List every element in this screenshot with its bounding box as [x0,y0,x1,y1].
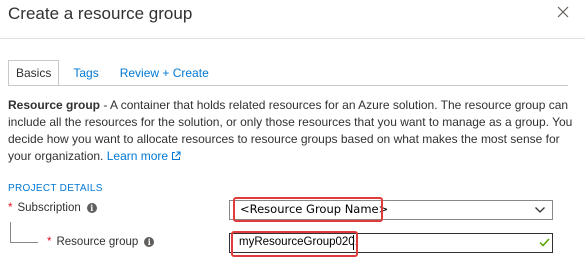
highlight-box-subscription [233,197,383,222]
learn-more-link[interactable]: Learn more [107,149,181,163]
close-icon[interactable] [553,2,573,22]
description-term: Resource group [8,98,101,112]
section-title: PROJECT DETAILS [8,183,103,194]
highlight-box-resource-group [231,231,358,257]
resource-group-label: Resource group [56,236,139,248]
subscription-label-group: * Subscription i [8,202,97,214]
info-icon[interactable]: i [144,237,155,247]
required-asterisk: * [47,236,52,248]
external-link-icon [172,151,181,160]
resource-group-label-group: * Resource group i [47,236,155,248]
tree-connector-vertical [10,222,11,242]
tree-connector-horizontal [10,242,38,243]
tab-tags[interactable]: Tags [66,60,105,86]
subscription-label: Subscription [17,202,81,214]
chevron-down-icon[interactable] [534,204,546,216]
required-asterisk: * [8,202,13,214]
tab-bar: Basics Tags Review + Create [8,60,223,86]
info-icon[interactable]: i [86,203,97,213]
checkmark-icon [539,238,550,247]
header-divider [0,38,585,39]
tab-review-create[interactable]: Review + Create [113,60,216,86]
learn-more-label: Learn more [106,149,169,163]
tab-underline [8,85,568,86]
description: Resource group - A container that holds … [8,97,573,165]
blade-title: Create a resource group [8,4,193,23]
tab-basics[interactable]: Basics [8,60,60,86]
